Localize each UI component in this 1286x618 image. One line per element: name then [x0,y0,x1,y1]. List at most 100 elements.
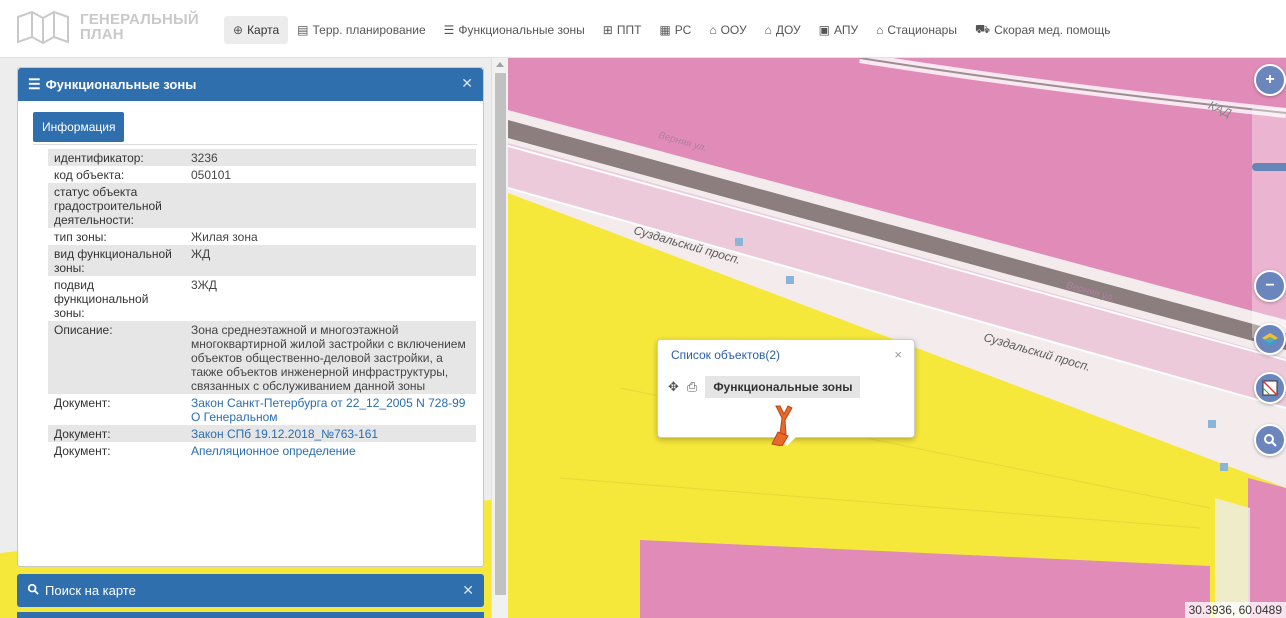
map-search-panel[interactable]: Поиск на карте ✕ [17,574,484,607]
layers-icon [1262,333,1278,346]
app-window: Суздальский просп. Суздальский просп. КА… [0,0,1286,618]
nav-tab-label: Скорая мед. помощь [994,23,1111,37]
nav-tab-0[interactable]: ⊕ Карта [224,16,289,44]
document-icon: ▤ [297,23,309,37]
print-icon[interactable]: ⎙ [687,379,697,395]
map-tile-icon [1262,380,1278,396]
nav-tab-6[interactable]: ⌂ ДОУ [756,16,810,44]
attribute-value: Зона среднеэтажной и многоэтажной многок… [185,321,476,394]
attribute-key: статус объекта градостроительной деятель… [48,183,185,228]
document-link[interactable]: Апелляционное определение [191,444,356,458]
search-panel-title: Поиск на карте [45,583,136,598]
map-marker-icon[interactable] [768,404,800,451]
app-logo[interactable]: ГЕНЕРАЛЬНЫЙ ПЛАН [14,9,199,45]
nav-tab-9[interactable]: ⛟ Скорая мед. помощь [966,16,1120,44]
attribute-value: 3236 [185,149,476,166]
nav-tab-label: АПУ [834,23,859,37]
zoom-in-button[interactable]: + [1254,64,1286,96]
attribute-row: статус объекта градостроительной деятель… [48,183,476,228]
nav-tab-3[interactable]: ⊞ ППТ [594,16,651,44]
attribute-key: подвид функциональной зоны: [54,278,149,320]
nav-tab-2[interactable]: ☰ Функциональные зоны [435,16,594,44]
attribute-key: идентификатор: [48,149,185,166]
attribute-row: тип зоны: Жилая зона [48,228,476,245]
nav-tab-label: ДОУ [775,23,801,37]
panel-header[interactable]: ☰ Функциональные зоны ✕ [18,68,483,101]
list-icon: ☰ [443,23,455,37]
attribute-value: Апелляционное определение [185,442,476,459]
functional-zones-panel: ☰ Функциональные зоны ✕ Информация идент… [17,67,484,567]
page-icon: ▦ [659,23,671,37]
basemap-button[interactable] [1254,372,1286,404]
main-nav-tabs: ⊕ Карта ▤ Терр. планирование ☰ Функциональные… [224,16,1120,44]
attribute-key: Документ: [48,425,185,442]
attribute-row: Документ: Закон Санкт-Петербурга от 22_12… [48,394,476,425]
nav-tab-7[interactable]: ▣ АПУ [810,16,867,44]
search-icon [1264,434,1277,447]
nav-tab-4[interactable]: ▦ РС [650,16,700,44]
popup-item-functional-zones[interactable]: Функциональные зоны [705,376,861,398]
attribute-row: вид функциональной зоны: ЖД [48,245,476,276]
zoom-slider-track[interactable] [1252,108,1286,338]
move-icon[interactable]: ✥ [668,379,679,395]
panel-scrollbar[interactable] [491,58,508,618]
search-panel-close-button[interactable]: ✕ [462,582,474,599]
info-tab-button[interactable]: Информация [33,112,125,142]
top-navbar: ГЕНЕРАЛЬНЫЙ ПЛАН ⊕ Карта ▤ Терр. планирован… [0,0,1286,58]
logo-line-1: ГЕНЕРАЛЬНЫЙ [80,11,199,28]
document-link[interactable]: Закон Санкт-Петербурга от 22_12_2005 N 7… [191,396,465,424]
logo-line-2: ПЛАН [80,26,124,43]
nav-tab-label: Функциональные зоны [458,23,585,37]
attribute-row: Описание: Зона среднеэтажной и многоэтажн… [48,321,476,394]
panel-title: Функциональные зоны [45,77,197,92]
attribute-key: код объекта: [54,168,125,182]
layers-button[interactable] [1254,323,1286,355]
nav-tab-1[interactable]: ▤ Терр. планирование [288,16,434,44]
popup-close-button[interactable]: × [894,347,902,362]
scroll-thumb[interactable] [495,73,506,595]
attribute-value: 050101 [191,168,232,182]
attribute-value: 3ЖД [191,278,217,292]
school-icon: ⌂ [709,23,717,37]
attribute-key: Описание: [48,321,185,394]
attribute-row: Документ: Апелляционное определение [48,442,476,459]
attribute-key: Документ: [54,396,111,410]
attribute-key: вид функциональной зоны: [48,245,185,276]
attribute-value [185,183,476,228]
attribute-value: Закон Санкт-Петербурга от 22_12_2005 N 7… [185,394,476,425]
attribute-row: код объекта: 050101 [48,166,476,183]
logo-text: ГЕНЕРАЛЬНЫЙ ПЛАН [80,12,199,42]
attribute-key: тип зоны: [54,230,107,244]
nav-tab-label: Терр. планирование [312,23,426,37]
attribute-row: Документ: Закон СПб 19.12.2018_№763-161 [48,425,476,442]
grid-icon: ⊞ [602,23,613,37]
panel-close-button[interactable]: ✕ [461,75,473,92]
nav-tab-label: Карта [247,23,280,37]
popup-title: Список объектов(2) [671,348,781,362]
attribute-value: ЖД [185,245,476,276]
nav-tab-label: Стационары [887,23,957,37]
search-map-button[interactable] [1254,424,1286,456]
hospital-icon: ⌂ [876,23,884,37]
attribute-key: Документ: [54,444,111,458]
globe-icon: ⊕ [233,23,244,37]
attribute-row: подвид функциональной зоны: 3ЖД [48,276,476,321]
nav-tab-8[interactable]: ⌂ Стационары [867,16,966,44]
nav-tab-label: РС [674,23,692,37]
attribute-value: Жилая зона [191,230,258,244]
zoom-out-button[interactable]: − [1254,270,1286,302]
popup-list-item: ✥ ⎙ Функциональные зоны [668,376,861,398]
nav-tab-label: ППТ [616,23,642,37]
nav-tab-5[interactable]: ⌂ ООУ [700,16,755,44]
search-icon [27,583,39,598]
zoom-slider-handle[interactable] [1252,163,1286,171]
kindergarten-icon: ⌂ [764,23,772,37]
map-book-icon [17,10,69,45]
apu-icon: ▣ [818,23,831,37]
panel-divider [33,144,477,145]
nav-tab-label: ООУ [720,23,747,37]
scroll-up-arrow-icon[interactable] [496,62,504,67]
next-panel-header[interactable] [17,612,484,618]
document-link[interactable]: Закон СПб 19.12.2018_№763-161 [191,427,378,441]
menu-icon: ☰ [28,76,41,92]
